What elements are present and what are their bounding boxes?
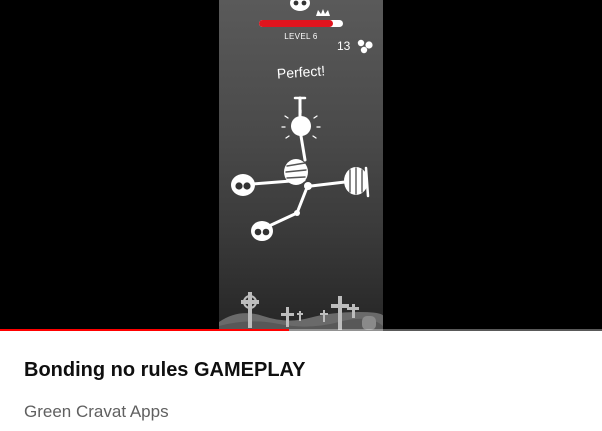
bone-counter: 13 (337, 39, 351, 53)
graveyard (219, 292, 383, 331)
video-player[interactable]: LEVEL 6 13 Perfect! (0, 0, 602, 331)
level-label: LEVEL 6 (284, 32, 318, 41)
skeleton (231, 96, 370, 241)
video-progress-played (0, 329, 289, 331)
video-progress-bar[interactable] (0, 329, 602, 331)
level-progress-fill (259, 20, 333, 27)
skull-icon (290, 0, 310, 11)
gameplay-frame: LEVEL 6 13 Perfect! (219, 0, 383, 331)
video-info: Bonding no rules GAMEPLAY Green Cravat A… (0, 334, 602, 431)
crown-icon (316, 9, 330, 16)
video-card[interactable]: LEVEL 6 13 Perfect! Bonding no rules GAM… (0, 0, 602, 431)
bones-icon (357, 39, 373, 54)
level-progress-bar (259, 20, 343, 27)
game-scene (219, 0, 383, 331)
video-title[interactable]: Bonding no rules GAMEPLAY (24, 359, 306, 382)
channel-name[interactable]: Green Cravat Apps (24, 402, 169, 422)
